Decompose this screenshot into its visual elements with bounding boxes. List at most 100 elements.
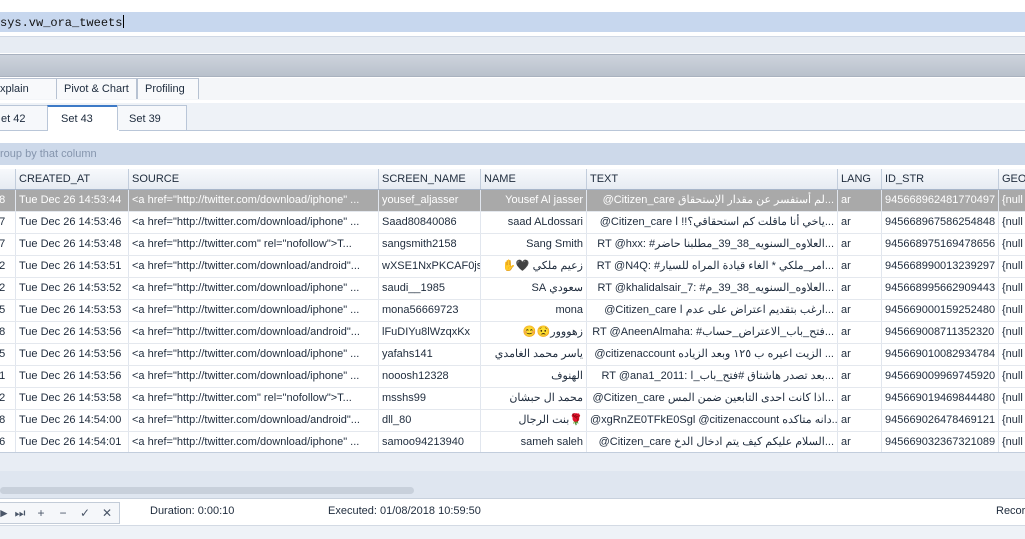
cell-name[interactable]: زهووور😟😊 xyxy=(481,322,587,343)
cell-created-at[interactable]: Tue Dec 26 14:53:46 xyxy=(16,212,129,233)
table-row[interactable]: 28Tue Dec 26 14:53:56<a href="http://twi… xyxy=(0,322,1025,344)
cell-text[interactable]: @Citizen_care السلام عليكم كيف يتم ادخال… xyxy=(587,432,838,452)
table-row[interactable]: 68Tue Dec 26 14:54:00<a href="http://twi… xyxy=(0,410,1025,432)
cell-row-indicator[interactable]: 52 xyxy=(0,278,16,299)
table-row[interactable]: 21Tue Dec 26 14:53:56<a href="http://twi… xyxy=(0,366,1025,388)
cell-geo[interactable]: {null xyxy=(999,234,1025,255)
table-row[interactable]: 02Tue Dec 26 14:53:58<a href="http://twi… xyxy=(0,388,1025,410)
cell-lang[interactable]: ar xyxy=(838,256,882,277)
cell-name[interactable]: mona xyxy=(481,300,587,321)
tab-profiling[interactable]: Profiling xyxy=(137,78,199,99)
cell-row-indicator[interactable]: 95 xyxy=(0,344,16,365)
cell-row-indicator[interactable]: 02 xyxy=(0,388,16,409)
cell-name[interactable]: الهنوف xyxy=(481,366,587,387)
cell-screen-name[interactable]: sangsmith2158 xyxy=(379,234,481,255)
sql-text[interactable]: sys.vw_ora_tweets xyxy=(0,15,124,30)
cell-geo[interactable]: {null xyxy=(999,212,1025,233)
cancel-edit-icon[interactable]: ✕ xyxy=(97,503,117,523)
cell-text[interactable]: RT @hxx: #العلاوه_السنويه_38_39_مطلبنا ح… xyxy=(587,234,838,255)
cell-row-indicator[interactable]: 47 xyxy=(0,212,16,233)
tab-result-set-39[interactable]: Set 39 xyxy=(117,105,187,130)
cell-id-str[interactable]: 945668962481770497 xyxy=(882,190,999,211)
table-row[interactable]: 22Tue Dec 26 14:53:51<a href="http://twi… xyxy=(0,256,1025,278)
panel-splitter[interactable] xyxy=(0,54,1025,77)
table-row[interactable]: 95Tue Dec 26 14:53:56<a href="http://twi… xyxy=(0,344,1025,366)
column-header-id-str[interactable]: ID_STR xyxy=(882,169,999,189)
cell-id-str[interactable]: 945669009969745920 xyxy=(882,366,999,387)
tab-explain-plan[interactable]: xplain Plan xyxy=(0,78,57,115)
cell-name[interactable]: sameh saleh xyxy=(481,432,587,452)
cell-source[interactable]: <a href="http://twitter.com/download/iph… xyxy=(129,432,379,452)
cell-geo[interactable]: {null xyxy=(999,344,1025,365)
cell-geo[interactable]: {null xyxy=(999,366,1025,387)
cell-text[interactable]: @Citizen_care ياخي أنا ماقلت كم استحقاقي… xyxy=(587,212,838,233)
cell-geo[interactable]: {null xyxy=(999,410,1025,431)
cell-created-at[interactable]: Tue Dec 26 14:53:56 xyxy=(16,322,129,343)
tab-result-set-43[interactable]: Set 43 xyxy=(47,105,120,131)
cell-created-at[interactable]: Tue Dec 26 14:53:52 xyxy=(16,278,129,299)
cell-source[interactable]: <a href="http://twitter.com/download/iph… xyxy=(129,366,379,387)
cell-name[interactable]: ياسر محمد الغامدي xyxy=(481,344,587,365)
cell-created-at[interactable]: Tue Dec 26 14:53:51 xyxy=(16,256,129,277)
cell-text[interactable]: @Citizen_care لم أستفسر عن مقدار الإستحق… xyxy=(587,190,838,211)
cell-lang[interactable]: ar xyxy=(838,322,882,343)
cell-lang[interactable]: ar xyxy=(838,278,882,299)
results-grid[interactable]: CREATED_AT SOURCE SCREEN_NAME NAME TEXT LANG I… xyxy=(0,169,1025,452)
cell-screen-name[interactable]: msshs99 xyxy=(379,388,481,409)
cell-row-indicator[interactable]: 77 xyxy=(0,234,16,255)
cell-id-str[interactable]: 945668995662909443 xyxy=(882,278,999,299)
column-header-source[interactable]: SOURCE xyxy=(129,169,379,189)
cell-geo[interactable]: {null xyxy=(999,432,1025,452)
cell-geo[interactable]: {null xyxy=(999,278,1025,299)
cell-created-at[interactable]: Tue Dec 26 14:53:58 xyxy=(16,388,129,409)
cell-created-at[interactable]: Tue Dec 26 14:54:00 xyxy=(16,410,129,431)
cell-lang[interactable]: ar xyxy=(838,410,882,431)
cell-row-indicator[interactable]: 21 xyxy=(0,366,16,387)
cell-name[interactable]: سعودي SA xyxy=(481,278,587,299)
cell-name[interactable]: محمد ال حبشان xyxy=(481,388,587,409)
cell-screen-name[interactable]: wXSE1NxPKCAF0js xyxy=(379,256,481,277)
tab-result-set-42[interactable]: et 42 xyxy=(0,105,48,130)
table-row[interactable]: 52Tue Dec 26 14:53:52<a href="http://twi… xyxy=(0,278,1025,300)
cell-geo[interactable]: {null xyxy=(999,190,1025,211)
cell-text[interactable]: @Citizen_care ارغب بتقديم اعتراض على عدم… xyxy=(587,300,838,321)
cell-geo[interactable]: {null xyxy=(999,256,1025,277)
tab-pivot-chart[interactable]: Pivot & Chart xyxy=(56,78,137,99)
horizontal-scrollbar[interactable] xyxy=(0,487,414,494)
cell-created-at[interactable]: Tue Dec 26 14:53:56 xyxy=(16,344,129,365)
cell-id-str[interactable]: 945668990013239297 xyxy=(882,256,999,277)
cell-id-str[interactable]: 945669032367321089 xyxy=(882,432,999,452)
cell-lang[interactable]: ar xyxy=(838,234,882,255)
cell-created-at[interactable]: Tue Dec 26 14:54:01 xyxy=(16,432,129,452)
cell-name[interactable]: زعيم ملكي 🖤✋ xyxy=(481,256,587,277)
cell-created-at[interactable]: Tue Dec 26 14:53:48 xyxy=(16,234,129,255)
cell-geo[interactable]: {null xyxy=(999,300,1025,321)
table-row[interactable]: 77Tue Dec 26 14:53:48<a href="http://twi… xyxy=(0,234,1025,256)
cell-source[interactable]: <a href="http://twitter.com/download/iph… xyxy=(129,344,379,365)
cell-screen-name[interactable]: yafahs141 xyxy=(379,344,481,365)
cell-lang[interactable]: ar xyxy=(838,432,882,452)
cell-source[interactable]: <a href="http://twitter.com/download/and… xyxy=(129,410,379,431)
cell-id-str[interactable]: 945669008711352320 xyxy=(882,322,999,343)
cell-geo[interactable]: {null xyxy=(999,322,1025,343)
cell-screen-name[interactable]: nooosh12328 xyxy=(379,366,481,387)
cell-id-str[interactable]: 945669026478469121 xyxy=(882,410,999,431)
cell-text[interactable]: @xgRnZE0TFkE0Sgl @citizenaccount دانه مت… xyxy=(587,410,838,431)
cell-lang[interactable]: ar xyxy=(838,212,882,233)
cell-text[interactable]: RT @ana1_2011: بعد تصدر هاشتاق #فتح_باب_… xyxy=(587,366,838,387)
cell-lang[interactable]: ar xyxy=(838,190,882,211)
cell-row-indicator[interactable]: 86 xyxy=(0,432,16,452)
column-header-created-at[interactable]: CREATED_AT xyxy=(16,169,129,189)
cell-row-indicator[interactable]: 28 xyxy=(0,322,16,343)
group-by-panel[interactable]: roup by that column xyxy=(0,143,1025,165)
cell-source[interactable]: <a href="http://twitter.com/download/and… xyxy=(129,256,379,277)
cell-lang[interactable]: ar xyxy=(838,388,882,409)
post-edit-icon[interactable]: ✓ xyxy=(75,503,95,523)
cell-lang[interactable]: ar xyxy=(838,366,882,387)
column-header-row-indicator[interactable] xyxy=(0,169,16,189)
add-record-icon[interactable]: + xyxy=(31,503,51,523)
cell-screen-name[interactable]: lFuDIYu8lWzqxKx xyxy=(379,322,481,343)
cell-source[interactable]: <a href="http://twitter.com/download/iph… xyxy=(129,300,379,321)
column-header-geo[interactable]: GEO xyxy=(999,169,1025,189)
cell-name[interactable]: saad ALdossari xyxy=(481,212,587,233)
